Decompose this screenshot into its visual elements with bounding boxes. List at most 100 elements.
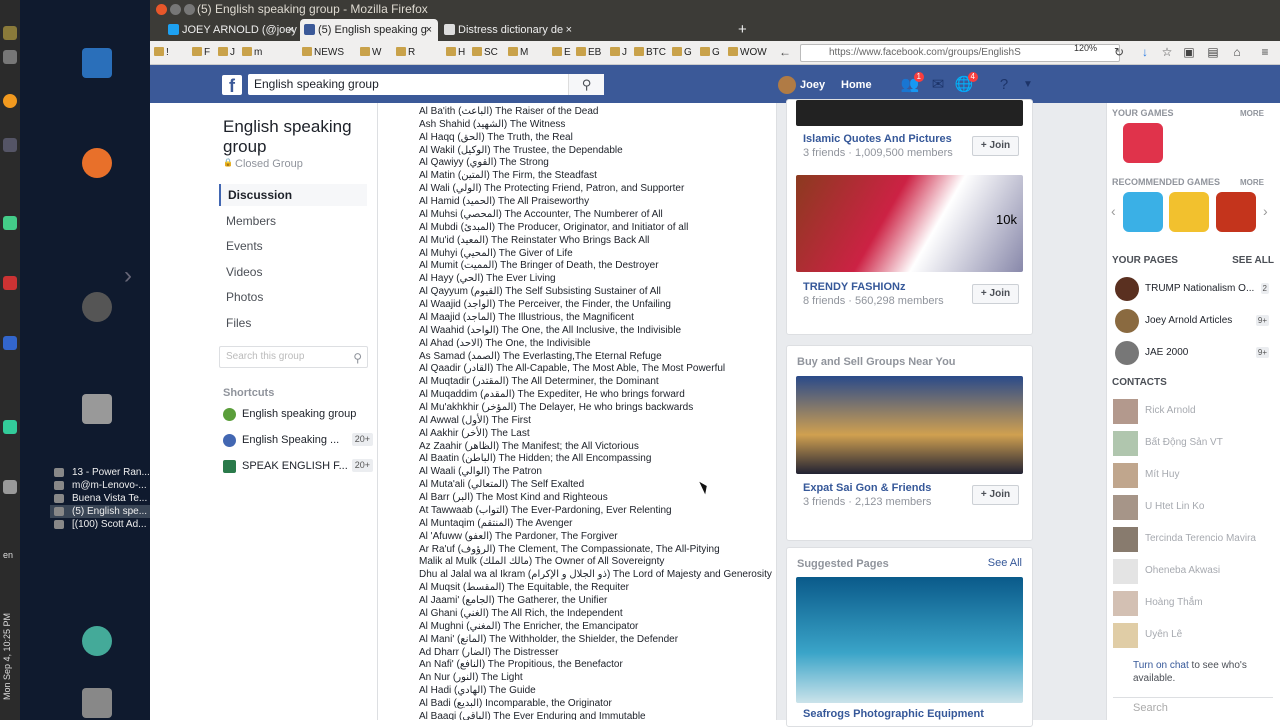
bookmark[interactable]: G [700,45,720,61]
reload-icon[interactable]: ↻ [1112,45,1126,59]
close-tab-icon[interactable]: × [426,19,432,41]
see-all-link[interactable]: See All [988,557,1022,569]
bookmark[interactable]: M [508,45,528,61]
bookmark[interactable]: m [242,45,262,61]
close-window-button[interactable] [156,4,167,15]
facebook-search-input[interactable]: English speaking group ⚲ [248,74,604,95]
bookmark[interactable]: J [218,45,235,61]
firefox-icon[interactable] [82,148,112,178]
bookmark-star-icon[interactable]: ☆ [1160,45,1174,59]
locale-indicator[interactable]: en [3,550,13,560]
bookmark[interactable]: H [446,45,465,61]
contact-item[interactable]: Rick Arnold [1113,399,1273,424]
tab-twitter[interactable]: JOEY ARNOLD (@joey × [164,19,300,41]
bookmark[interactable]: SC [472,45,498,61]
contact-item[interactable]: Hoàng Thắm [1113,591,1273,616]
game-thumb[interactable] [1216,192,1256,232]
contact-item[interactable]: Oheneba Akwasi [1113,559,1273,584]
url-field[interactable]: https://www.facebook.com/groups/EnglishS [800,44,1120,62]
app-icon[interactable] [3,50,17,64]
page-item[interactable]: TRUMP Nationalism O... 2 [1115,277,1269,301]
nav-discussion[interactable]: Discussion [219,184,367,206]
more-link[interactable]: MORE [1240,178,1264,187]
archive-icon[interactable] [82,394,112,424]
group-name-link[interactable]: TRENDY FASHIONz [803,281,905,293]
game-thumb[interactable] [1169,192,1209,232]
page-item[interactable]: JAE 2000 9+ [1115,341,1269,365]
download-icon[interactable]: ↓ [1138,45,1152,59]
group-cover-image[interactable] [796,376,1023,474]
page-name-link[interactable]: Seafrogs Photographic Equipment [803,708,984,720]
contact-item[interactable]: Mít Huy [1113,463,1273,488]
tab-facebook[interactable]: (5) English speaking g × [300,19,438,41]
profile-link[interactable]: Joey [778,76,825,94]
nav-files[interactable]: Files [219,312,367,334]
network-icon[interactable] [82,626,112,656]
account-menu-icon[interactable]: ▼ [1018,75,1038,95]
app-icon[interactable] [3,420,17,434]
app-icon[interactable] [3,276,17,290]
bookmark[interactable]: ! [154,45,169,61]
home-link[interactable]: Home [841,76,872,94]
group-name-link[interactable]: Islamic Quotes And Pictures [803,133,952,145]
page-item[interactable]: Joey Arnold Articles 9+ [1115,309,1269,333]
tab-dictionary[interactable]: Distress dictionary de × [440,19,578,41]
bookmark[interactable]: BTC [634,45,666,61]
app-icon[interactable] [3,216,17,230]
nav-members[interactable]: Members [219,210,367,232]
app-icon[interactable] [3,480,17,494]
more-link[interactable]: MORE [1240,109,1264,118]
facebook-logo-icon[interactable]: f [222,75,242,96]
group-cover-image[interactable]: 10k [796,175,1023,272]
chevron-right-icon[interactable]: › [1263,203,1268,219]
nav-photos[interactable]: Photos [219,286,367,308]
shortcut-item[interactable]: English Speaking ... 20+ [223,431,373,449]
bookmark[interactable]: NEWS [302,45,344,61]
bookmark[interactable]: WOW [728,45,767,61]
bookmark[interactable]: EB [576,45,601,61]
contact-item[interactable]: Uyên Lê [1113,623,1273,648]
clock[interactable]: Mon Sep 4, 10:25 PM [2,590,18,700]
see-all-link[interactable]: SEE ALL [1232,255,1274,266]
app-icon[interactable] [3,26,17,40]
help-icon[interactable]: ? [994,75,1014,95]
group-cover-image[interactable] [796,100,1023,126]
contact-item[interactable]: U Htet Lin Ko [1113,495,1273,520]
contact-item[interactable]: Tercinda Terencio Mavira [1113,527,1273,552]
chevron-right-icon[interactable]: › [124,262,132,290]
trash-icon[interactable] [82,688,112,718]
new-tab-button[interactable]: + [738,19,747,41]
app-icon[interactable] [3,138,17,152]
clipboard-icon[interactable]: ▣ [1182,45,1196,59]
shortcut-item[interactable]: English speaking group [223,405,373,423]
chevron-left-icon[interactable]: ‹ [1111,203,1116,219]
maximize-window-button[interactable] [184,4,195,15]
app-icon[interactable] [3,336,17,350]
youtube-icon[interactable]: ▤ [1206,45,1220,59]
notifications-icon[interactable]: 🌐 4 [954,72,978,95]
candy-crush-game[interactable] [1123,123,1163,163]
nav-events[interactable]: Events [219,235,367,257]
messenger-icon[interactable]: ✉ [928,75,948,95]
contact-item[interactable]: Bất Động Sản VT [1113,431,1273,456]
page-cover-image[interactable] [796,577,1023,703]
bookmark[interactable]: J [610,45,627,61]
join-group-button[interactable]: + Join [972,485,1019,505]
bookmark[interactable]: W [360,45,381,61]
document-icon[interactable] [82,48,112,78]
bookmark[interactable]: F [192,45,210,61]
join-group-button[interactable]: + Join [972,136,1019,156]
chat-search-input[interactable]: Search [1113,697,1273,717]
bitcoin-icon[interactable] [3,94,17,108]
shortcut-item[interactable]: SPEAK ENGLISH F... 20+ [223,457,373,475]
close-tab-icon[interactable]: × [566,19,572,41]
turn-on-chat-link[interactable]: Turn on chat [1133,660,1189,671]
minimize-window-button[interactable] [170,4,181,15]
group-name-link[interactable]: Expat Sai Gon & Friends [803,482,931,494]
bookmark[interactable]: E [552,45,571,61]
group-title[interactable]: English speaking group [223,117,373,157]
bookmark[interactable]: R [396,45,415,61]
close-tab-icon[interactable]: × [288,19,294,41]
friend-requests-icon[interactable]: 👥 1 [900,72,924,95]
back-icon[interactable]: ← [778,45,792,59]
